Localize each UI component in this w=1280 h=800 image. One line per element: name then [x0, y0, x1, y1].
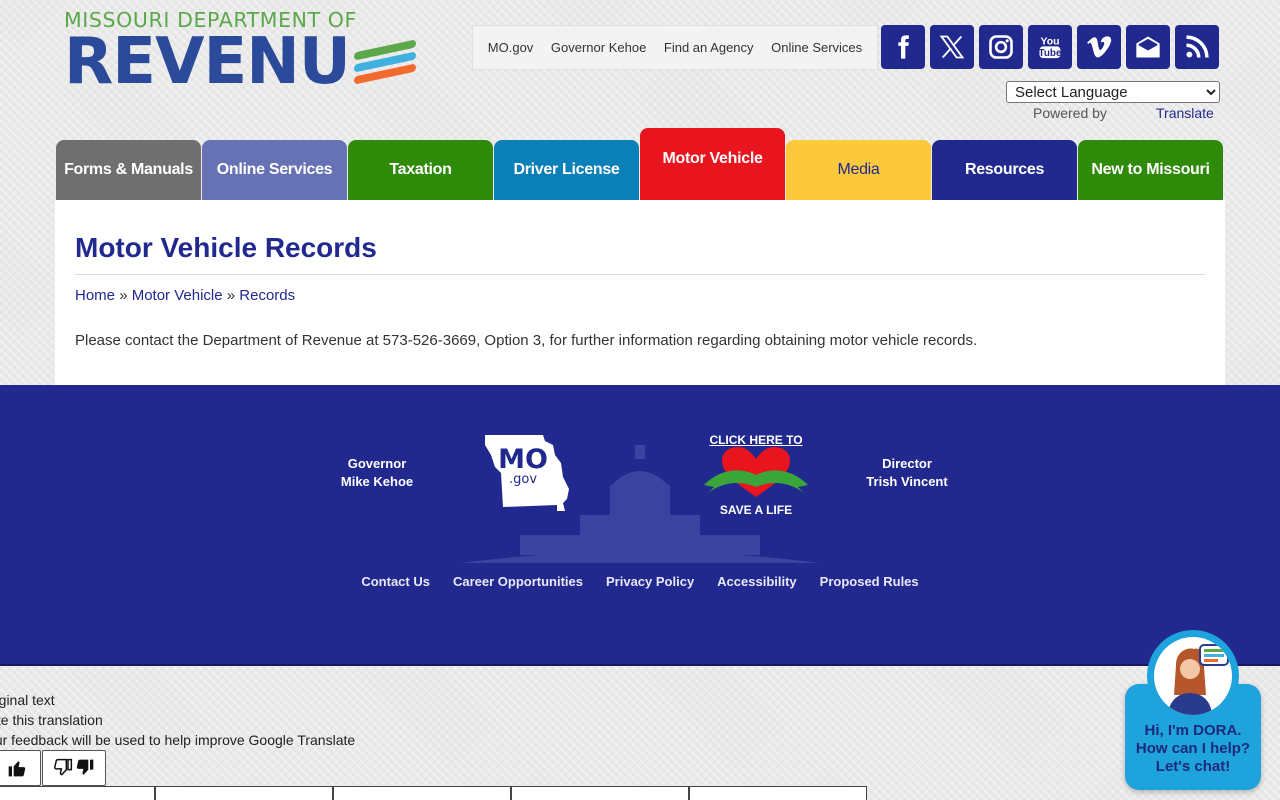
save-a-life-bottom-text: SAVE A LIFE	[719, 503, 793, 517]
google-translate-link[interactable]: Translate	[1156, 105, 1214, 121]
translation-rating-buttons	[0, 750, 106, 786]
thumbs-down-button[interactable]	[42, 750, 106, 786]
utility-nav: MO.gov Governor Kehoe Find an Agency Onl…	[472, 25, 878, 70]
main-nav: Forms & Manuals Online Services Taxation…	[56, 128, 1223, 200]
youtube-icon[interactable]: You Tube	[1028, 25, 1072, 69]
utility-link-find-agency[interactable]: Find an Agency	[664, 40, 754, 55]
mogov-gov: .gov	[508, 472, 538, 487]
logo-wordmark-text: REVENU	[64, 25, 351, 99]
language-select[interactable]: Select Language	[1006, 81, 1220, 103]
translation-toolbar	[0, 786, 867, 800]
footer-link-privacy[interactable]: Privacy Policy	[606, 574, 694, 589]
tab-taxation[interactable]: Taxation	[348, 140, 493, 200]
thumbs-down-icon	[76, 759, 94, 775]
svg-text:You: You	[1040, 36, 1059, 48]
save-a-life-link[interactable]: CLICK HERE TO SAVE A LIFE	[700, 433, 812, 517]
tab-media[interactable]: Media	[786, 140, 931, 200]
utility-link-online-services[interactable]: Online Services	[771, 40, 862, 55]
tab-driver-license[interactable]: Driver License	[494, 140, 639, 200]
svg-text:Tube: Tube	[1039, 48, 1062, 59]
governor-credit[interactable]: Governor Mike Kehoe	[330, 455, 424, 491]
email-icon[interactable]	[1126, 25, 1170, 69]
breadcrumb-motor-vehicle[interactable]: Motor Vehicle	[132, 287, 223, 304]
breadcrumb: Home » Motor Vehicle » Records	[75, 287, 1205, 304]
logo-wordmark: REVENU	[64, 30, 424, 94]
tab-new-to-missouri[interactable]: New to Missouri	[1078, 140, 1223, 200]
instagram-icon[interactable]	[979, 25, 1023, 69]
footer-link-proposed-rules[interactable]: Proposed Rules	[820, 574, 919, 589]
tab-forms-manuals[interactable]: Forms & Manuals	[56, 140, 201, 200]
breadcrumb-separator: »	[119, 287, 128, 304]
translation-feedback: Original text Rate this translation Your…	[0, 690, 355, 750]
x-icon[interactable]	[930, 25, 974, 69]
rss-icon[interactable]	[1175, 25, 1219, 69]
breadcrumb-home[interactable]: Home	[75, 287, 115, 304]
vimeo-icon[interactable]	[1077, 25, 1121, 69]
tab-online-services[interactable]: Online Services	[202, 140, 347, 200]
page-body-text: Please contact the Department of Revenue…	[75, 332, 978, 349]
tab-motor-vehicle[interactable]: Motor Vehicle	[640, 128, 785, 200]
heart-ribbon-icon	[704, 447, 808, 497]
dora-chat-widget[interactable]: Hi, I'm DORA. How can I help? Let's chat…	[1125, 630, 1261, 790]
breadcrumb-separator: »	[226, 287, 236, 304]
utility-link-governor[interactable]: Governor Kehoe	[551, 40, 646, 55]
social-links: You Tube	[881, 25, 1219, 69]
logo-stripes	[353, 39, 416, 85]
mogov-mo: MO	[498, 444, 548, 475]
site-footer: Governor Mike Kehoe MO .gov CLICK HERE T…	[0, 385, 1280, 666]
tab-resources[interactable]: Resources	[932, 140, 1077, 200]
chat-greeting: Hi, I'm DORA. How can I help? Let's chat…	[1135, 722, 1251, 775]
dora-avatar	[1147, 630, 1239, 722]
thumbs-up-button[interactable]	[0, 750, 41, 786]
main-content: Motor Vehicle Records Home » Motor Vehic…	[55, 200, 1225, 385]
footer-link-contact[interactable]: Contact Us	[361, 574, 430, 589]
director-credit[interactable]: Director Trish Vincent	[858, 455, 956, 491]
dor-logo[interactable]: MISSOURI DEPARTMENT OF REVENU	[64, 8, 424, 100]
thumbs-up-icon	[8, 761, 25, 777]
thumbs-down-outline-icon	[54, 758, 73, 776]
breadcrumb-records[interactable]: Records	[239, 287, 295, 304]
powered-by-label: Powered by	[1033, 105, 1107, 121]
footer-link-careers[interactable]: Career Opportunities	[453, 574, 583, 589]
translation-feedback-note: Your feedback will be used to help impro…	[0, 732, 356, 748]
footer-links: Contact Us Career Opportunities Privacy …	[0, 574, 1280, 589]
footer-link-accessibility[interactable]: Accessibility	[717, 574, 797, 589]
mogov-logo[interactable]: MO .gov	[483, 433, 571, 513]
translation-rate-text: Rate this translation	[0, 712, 103, 728]
facebook-icon[interactable]	[881, 25, 925, 69]
utility-link-mogov[interactable]: MO.gov	[488, 40, 534, 55]
dora-avatar-icon	[1168, 644, 1229, 715]
page-title: Motor Vehicle Records	[75, 230, 1205, 275]
translation-original-text: Original text	[0, 692, 55, 708]
